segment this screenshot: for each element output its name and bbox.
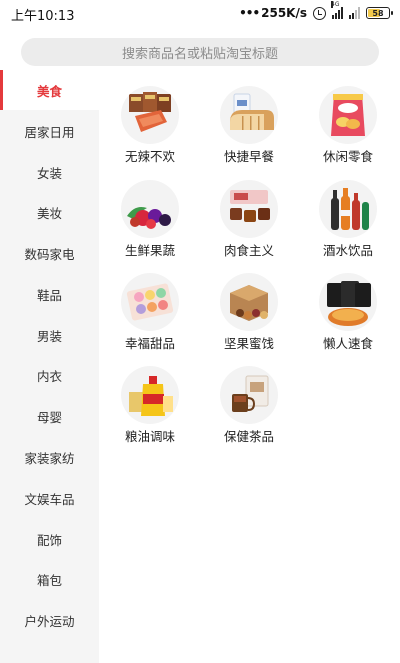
fresh-fruit-icon (121, 180, 179, 238)
category-grain-oil[interactable]: 粮油调味 (104, 350, 194, 444)
sidebar-item-womens-wear[interactable]: 女装 (0, 152, 99, 192)
category-instant-food[interactable]: 懒人速食 (302, 257, 392, 351)
sidebar-item-entertainment-car[interactable]: 文娱车品 (0, 478, 99, 518)
category-label: 粮油调味 (124, 429, 175, 444)
cooking-oil-icon (121, 366, 179, 424)
tea-box-icon (220, 366, 278, 424)
category-spicy[interactable]: 无辣不欢 (104, 70, 194, 164)
category-desserts[interactable]: 幸福甜品 (104, 257, 194, 351)
macaron-box-icon (121, 273, 179, 331)
sidebar-item-accessories[interactable]: 配饰 (0, 519, 99, 559)
sidebar-item-outdoor[interactable]: 户外运动 (0, 600, 99, 640)
battery-icon: 58 (366, 7, 393, 19)
status-time: 上午10:13 (11, 9, 75, 24)
spicy-snack-pack-icon (121, 86, 179, 144)
category-label: 保健茶品 (223, 429, 274, 444)
alarm-icon (313, 6, 326, 20)
sidebar-item-underwear[interactable]: 内衣 (0, 355, 99, 395)
drink-bottles-icon (319, 180, 377, 238)
category-meat[interactable]: 肉食主义 (203, 164, 293, 258)
sidebar-item-household[interactable]: 居家日用 (0, 111, 99, 151)
status-bar: 上午10:13 ••• 255K/s 4G 58 (0, 0, 400, 26)
category-nuts[interactable]: 坚果蜜饯 (203, 257, 293, 351)
sidebar-item-baby[interactable]: 母婴 (0, 396, 99, 436)
bread-milk-icon (220, 86, 278, 144)
beef-cubes-icon (220, 180, 278, 238)
category-snacks[interactable]: 休闲零食 (302, 70, 392, 164)
search-bar: 搜索商品名或粘贴淘宝标题 (0, 26, 400, 70)
category-breakfast[interactable]: 快捷早餐 (203, 70, 293, 164)
signal-icon (349, 7, 360, 19)
chips-bag-icon (319, 86, 377, 144)
category-label: 休闲零食 (322, 149, 373, 164)
instant-noodles-icon (319, 273, 377, 331)
category-health-tea[interactable]: 保健茶品 (203, 350, 293, 444)
sidebar-item-beauty[interactable]: 美妆 (0, 192, 99, 232)
network-speed: ••• 255K/s (239, 6, 307, 20)
category-label: 快捷早餐 (223, 149, 274, 164)
status-icons: ••• 255K/s 4G 58 (239, 1, 393, 22)
category-sidebar: 美食 居家日用 女装 美妆 数码家电 鞋品 男装 内衣 母婴 家装家纺 文娱车品… (0, 70, 99, 663)
signal-4g-icon: 4G (331, 1, 343, 19)
search-input[interactable]: 搜索商品名或粘贴淘宝标题 (21, 38, 379, 66)
nut-gift-box-icon (220, 273, 278, 331)
category-fresh[interactable]: 生鲜果蔬 (104, 164, 194, 258)
sidebar-item-bags[interactable]: 箱包 (0, 559, 99, 599)
category-drinks[interactable]: 酒水饮品 (302, 164, 392, 258)
more-dots-icon: ••• (239, 6, 260, 20)
category-label: 无辣不欢 (124, 149, 175, 164)
category-label: 懒人速食 (322, 336, 373, 351)
subcategory-grid: 无辣不欢 快捷早餐 休闲零食 生鲜果蔬 肉食主义 酒水饮品 幸福甜品 坚果蜜饯 … (99, 70, 400, 663)
sidebar-item-mens-wear[interactable]: 男装 (0, 315, 99, 355)
sidebar-item-home-textile[interactable]: 家装家纺 (0, 437, 99, 477)
sidebar-item-food[interactable]: 美食 (0, 70, 99, 110)
sidebar-item-digital[interactable]: 数码家电 (0, 233, 99, 273)
search-placeholder: 搜索商品名或粘贴淘宝标题 (121, 46, 278, 62)
sidebar-item-shoes[interactable]: 鞋品 (0, 274, 99, 314)
